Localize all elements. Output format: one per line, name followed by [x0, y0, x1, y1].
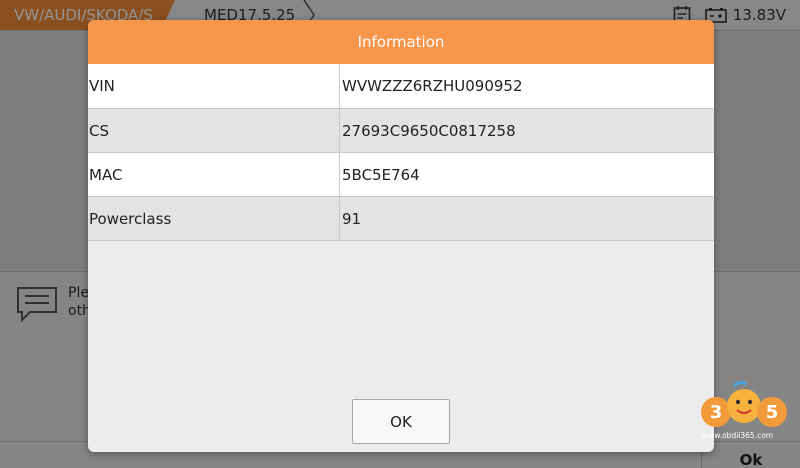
row-key: Powerclass: [88, 196, 340, 241]
table-row-cs: CS 27693C9650C0817258: [88, 108, 714, 153]
info-table: VIN WVWZZZ6RZHU090952 CS 27693C9650C0817…: [88, 64, 714, 241]
row-value: 5BC5E764: [339, 152, 714, 197]
row-key: CS: [88, 108, 340, 153]
watermark-365-icon: 3 5: [701, 380, 787, 427]
dialog-title: Information: [357, 33, 445, 51]
row-value: WVWZZZ6RZHU090952: [339, 64, 714, 109]
watermark-url: www.obdii365.com: [702, 431, 774, 440]
dialog-header: Information: [88, 20, 714, 64]
watermark-digit-3: 3: [710, 402, 723, 423]
row-key: MAC: [88, 152, 340, 197]
information-dialog: Information VIN WVWZZZ6RZHU090952 CS 276…: [88, 20, 714, 452]
ok-button[interactable]: OK: [352, 399, 450, 444]
table-row-mac: MAC 5BC5E764: [88, 152, 714, 197]
watermark-digit-5: 5: [766, 402, 779, 423]
row-key: VIN: [88, 64, 340, 109]
row-value: 91: [339, 196, 714, 241]
table-row-vin: VIN WVWZZZ6RZHU090952: [88, 64, 714, 109]
table-row-powerclass: Powerclass 91: [88, 196, 714, 241]
watermark-logo: 3 5 www.obdii365.com: [696, 378, 792, 444]
row-value: 27693C9650C0817258: [339, 108, 714, 153]
